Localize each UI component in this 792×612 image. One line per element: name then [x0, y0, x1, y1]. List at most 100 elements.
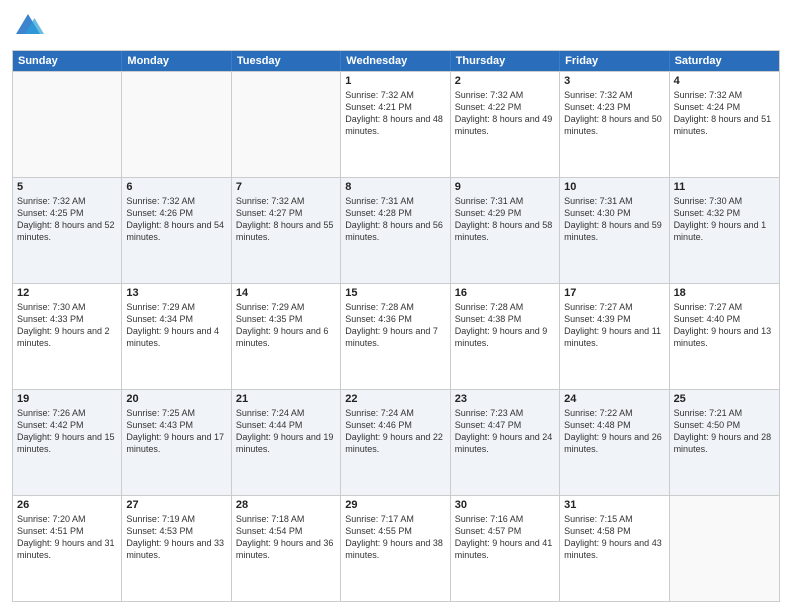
cell-info: Sunrise: 7:22 AM Sunset: 4:48 PM Dayligh…: [564, 407, 664, 456]
logo-icon: [12, 10, 44, 42]
cell-info: Sunrise: 7:28 AM Sunset: 4:36 PM Dayligh…: [345, 301, 445, 350]
calendar-cell: 1 Sunrise: 7:32 AM Sunset: 4:21 PM Daylig…: [341, 72, 450, 177]
cell-day-number: 4: [674, 75, 775, 87]
cell-day-number: 18: [674, 287, 775, 299]
cell-info: Sunrise: 7:32 AM Sunset: 4:23 PM Dayligh…: [564, 89, 664, 138]
cal-header-cell-thursday: Thursday: [451, 51, 560, 71]
cell-info: Sunrise: 7:30 AM Sunset: 4:33 PM Dayligh…: [17, 301, 117, 350]
calendar-cell: 23Sunrise: 7:23 AM Sunset: 4:47 PM Dayli…: [451, 390, 560, 495]
calendar-cell: 4 Sunrise: 7:32 AM Sunset: 4:24 PM Daylig…: [670, 72, 779, 177]
cal-header-cell-sunday: Sunday: [13, 51, 122, 71]
cell-info: Sunrise: 7:15 AM Sunset: 4:58 PM Dayligh…: [564, 513, 664, 562]
cal-header-cell-monday: Monday: [122, 51, 231, 71]
calendar-cell: 17Sunrise: 7:27 AM Sunset: 4:39 PM Dayli…: [560, 284, 669, 389]
calendar-cell: 7Sunrise: 7:32 AM Sunset: 4:27 PM Daylig…: [232, 178, 341, 283]
calendar-cell: 5Sunrise: 7:32 AM Sunset: 4:25 PM Daylig…: [13, 178, 122, 283]
calendar-cell: 13Sunrise: 7:29 AM Sunset: 4:34 PM Dayli…: [122, 284, 231, 389]
cell-day-number: 27: [126, 499, 226, 511]
cell-day-number: 16: [455, 287, 555, 299]
calendar-cell: 29 Sunrise: 7:17 AM Sunset: 4:55 PM Dayli…: [341, 496, 450, 601]
calendar-cell: 30 Sunrise: 7:16 AM Sunset: 4:57 PM Dayli…: [451, 496, 560, 601]
calendar-cell: 16Sunrise: 7:28 AM Sunset: 4:38 PM Dayli…: [451, 284, 560, 389]
cell-info: Sunrise: 7:21 AM Sunset: 4:50 PM Dayligh…: [674, 407, 775, 456]
calendar-cell: [13, 72, 122, 177]
calendar-cell: [670, 496, 779, 601]
cell-info: Sunrise: 7:23 AM Sunset: 4:47 PM Dayligh…: [455, 407, 555, 456]
cell-info: Sunrise: 7:31 AM Sunset: 4:28 PM Dayligh…: [345, 195, 445, 244]
calendar-cell: 19 Sunrise: 7:26 AM Sunset: 4:42 PM Dayli…: [13, 390, 122, 495]
cell-info: Sunrise: 7:29 AM Sunset: 4:35 PM Dayligh…: [236, 301, 336, 350]
cell-day-number: 6: [126, 181, 226, 193]
cell-day-number: 1: [345, 75, 445, 87]
cell-info: Sunrise: 7:24 AM Sunset: 4:44 PM Dayligh…: [236, 407, 336, 456]
cal-header-cell-tuesday: Tuesday: [232, 51, 341, 71]
calendar-header: SundayMondayTuesdayWednesdayThursdayFrid…: [13, 51, 779, 71]
cell-info: Sunrise: 7:30 AM Sunset: 4:32 PM Dayligh…: [674, 195, 775, 244]
cell-day-number: 7: [236, 181, 336, 193]
cell-day-number: 22: [345, 393, 445, 405]
calendar-cell: 2 Sunrise: 7:32 AM Sunset: 4:22 PM Daylig…: [451, 72, 560, 177]
calendar-cell: 15 Sunrise: 7:28 AM Sunset: 4:36 PM Dayli…: [341, 284, 450, 389]
cell-info: Sunrise: 7:32 AM Sunset: 4:22 PM Dayligh…: [455, 89, 555, 138]
cell-info: Sunrise: 7:26 AM Sunset: 4:42 PM Dayligh…: [17, 407, 117, 456]
cell-day-number: 13: [126, 287, 226, 299]
calendar-row-3: 12 Sunrise: 7:30 AM Sunset: 4:33 PM Dayli…: [13, 283, 779, 389]
calendar-cell: 22 Sunrise: 7:24 AM Sunset: 4:46 PM Dayli…: [341, 390, 450, 495]
page-container: SundayMondayTuesdayWednesdayThursdayFrid…: [0, 0, 792, 612]
calendar-cell: [232, 72, 341, 177]
cell-day-number: 11: [674, 181, 775, 193]
calendar-cell: 28 Sunrise: 7:18 AM Sunset: 4:54 PM Dayli…: [232, 496, 341, 601]
calendar-row-4: 19 Sunrise: 7:26 AM Sunset: 4:42 PM Dayli…: [13, 389, 779, 495]
cell-day-number: 15: [345, 287, 445, 299]
cell-info: Sunrise: 7:19 AM Sunset: 4:53 PM Dayligh…: [126, 513, 226, 562]
cell-day-number: 21: [236, 393, 336, 405]
cell-day-number: 5: [17, 181, 117, 193]
page-header: [12, 10, 780, 42]
cell-day-number: 14: [236, 287, 336, 299]
calendar-cell: 11 Sunrise: 7:30 AM Sunset: 4:32 PM Dayli…: [670, 178, 779, 283]
calendar-cell: 24 Sunrise: 7:22 AM Sunset: 4:48 PM Dayli…: [560, 390, 669, 495]
cell-info: Sunrise: 7:27 AM Sunset: 4:39 PM Dayligh…: [564, 301, 664, 350]
calendar-body: 1 Sunrise: 7:32 AM Sunset: 4:21 PM Daylig…: [13, 71, 779, 601]
cell-day-number: 10: [564, 181, 664, 193]
cell-day-number: 29: [345, 499, 445, 511]
cell-day-number: 30: [455, 499, 555, 511]
cell-info: Sunrise: 7:16 AM Sunset: 4:57 PM Dayligh…: [455, 513, 555, 562]
cal-header-cell-saturday: Saturday: [670, 51, 779, 71]
calendar-cell: 25Sunrise: 7:21 AM Sunset: 4:50 PM Dayli…: [670, 390, 779, 495]
calendar: SundayMondayTuesdayWednesdayThursdayFrid…: [12, 50, 780, 602]
cell-day-number: 2: [455, 75, 555, 87]
cell-info: Sunrise: 7:20 AM Sunset: 4:51 PM Dayligh…: [17, 513, 117, 562]
cell-info: Sunrise: 7:17 AM Sunset: 4:55 PM Dayligh…: [345, 513, 445, 562]
cell-info: Sunrise: 7:32 AM Sunset: 4:26 PM Dayligh…: [126, 195, 226, 244]
cell-day-number: 12: [17, 287, 117, 299]
calendar-cell: 10Sunrise: 7:31 AM Sunset: 4:30 PM Dayli…: [560, 178, 669, 283]
cell-day-number: 28: [236, 499, 336, 511]
cell-day-number: 24: [564, 393, 664, 405]
cell-day-number: 8: [345, 181, 445, 193]
calendar-cell: 18Sunrise: 7:27 AM Sunset: 4:40 PM Dayli…: [670, 284, 779, 389]
calendar-cell: 27 Sunrise: 7:19 AM Sunset: 4:53 PM Dayli…: [122, 496, 231, 601]
calendar-row-1: 1 Sunrise: 7:32 AM Sunset: 4:21 PM Daylig…: [13, 71, 779, 177]
cell-day-number: 9: [455, 181, 555, 193]
cell-day-number: 20: [126, 393, 226, 405]
cell-info: Sunrise: 7:18 AM Sunset: 4:54 PM Dayligh…: [236, 513, 336, 562]
calendar-row-2: 5Sunrise: 7:32 AM Sunset: 4:25 PM Daylig…: [13, 177, 779, 283]
cell-info: Sunrise: 7:31 AM Sunset: 4:29 PM Dayligh…: [455, 195, 555, 244]
cell-info: Sunrise: 7:25 AM Sunset: 4:43 PM Dayligh…: [126, 407, 226, 456]
cell-info: Sunrise: 7:32 AM Sunset: 4:24 PM Dayligh…: [674, 89, 775, 138]
cell-day-number: 26: [17, 499, 117, 511]
cal-header-cell-wednesday: Wednesday: [341, 51, 450, 71]
calendar-cell: 12 Sunrise: 7:30 AM Sunset: 4:33 PM Dayli…: [13, 284, 122, 389]
calendar-cell: 8 Sunrise: 7:31 AM Sunset: 4:28 PM Daylig…: [341, 178, 450, 283]
cell-day-number: 19: [17, 393, 117, 405]
calendar-cell: 20 Sunrise: 7:25 AM Sunset: 4:43 PM Dayli…: [122, 390, 231, 495]
calendar-cell: 9 Sunrise: 7:31 AM Sunset: 4:29 PM Daylig…: [451, 178, 560, 283]
calendar-cell: 26 Sunrise: 7:20 AM Sunset: 4:51 PM Dayli…: [13, 496, 122, 601]
cell-info: Sunrise: 7:24 AM Sunset: 4:46 PM Dayligh…: [345, 407, 445, 456]
cell-info: Sunrise: 7:32 AM Sunset: 4:21 PM Dayligh…: [345, 89, 445, 138]
calendar-row-5: 26 Sunrise: 7:20 AM Sunset: 4:51 PM Dayli…: [13, 495, 779, 601]
calendar-cell: 3Sunrise: 7:32 AM Sunset: 4:23 PM Daylig…: [560, 72, 669, 177]
calendar-cell: 6 Sunrise: 7:32 AM Sunset: 4:26 PM Daylig…: [122, 178, 231, 283]
logo: [12, 10, 48, 42]
